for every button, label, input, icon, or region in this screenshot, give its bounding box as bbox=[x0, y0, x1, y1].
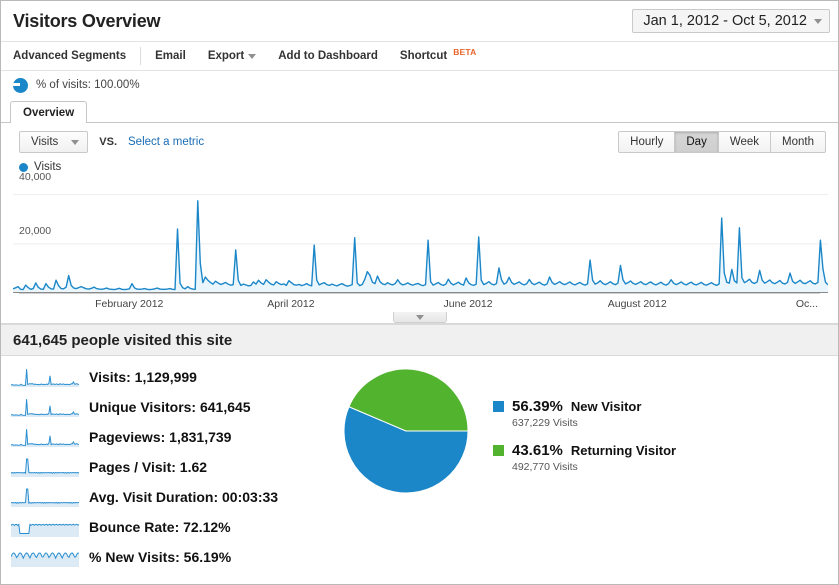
chart-legend: Visits bbox=[1, 161, 838, 175]
metric-label-value: Visits: 1,129,999 bbox=[89, 369, 197, 385]
add-to-dashboard-button[interactable]: Add to Dashboard bbox=[278, 50, 378, 62]
x-axis-tick-3: August 2012 bbox=[607, 298, 667, 310]
metric-label-value: Pages / Visit: 1.62 bbox=[89, 459, 208, 475]
collapse-chart-button[interactable] bbox=[392, 312, 447, 323]
beta-badge: BETA bbox=[453, 47, 477, 57]
legend-visits-returning-visitor: 492,770 Visits bbox=[512, 461, 578, 473]
metric-selector-group: Visits VS. Select a metric bbox=[19, 131, 204, 153]
tab-strip: Overview bbox=[1, 101, 838, 124]
x-axis-tick-1: April 2012 bbox=[267, 298, 315, 310]
chevron-down-icon bbox=[248, 53, 257, 59]
metric-label-value: Bounce Rate: 72.12% bbox=[89, 519, 231, 535]
report-toolbar: Advanced Segments Email Export Add to Da… bbox=[1, 42, 838, 71]
metric-row-visits[interactable]: Visits: 1,129,999 bbox=[11, 362, 341, 392]
granularity-week-button[interactable]: Week bbox=[718, 131, 772, 153]
export-label: Export bbox=[207, 50, 245, 62]
visits-filter-row: % of visits: 100.00% bbox=[1, 71, 838, 99]
metric-row-avg-visit-duration[interactable]: Avg. Visit Duration: 00:03:33 bbox=[11, 482, 341, 512]
metric-row-bounce-rate[interactable]: Bounce Rate: 72.12% bbox=[11, 512, 341, 542]
tab-overview[interactable]: Overview bbox=[10, 101, 88, 124]
x-axis-tick-4: Oc... bbox=[795, 298, 818, 310]
metric-label-value: % New Visits: 56.19% bbox=[89, 549, 232, 565]
chart-collapse-strip bbox=[1, 312, 838, 324]
pages-per-visit-sparkline bbox=[11, 458, 79, 477]
legend-item-returning-visitor[interactable]: 43.61% Returning Visitor 492,770 Visits bbox=[493, 442, 676, 473]
avg-visit-duration-sparkline bbox=[11, 488, 79, 507]
metric-label-value: Pageviews: 1,831,739 bbox=[89, 429, 232, 445]
visits-timeseries-chart[interactable]: 40,000 20,000 February 2012 April 2012 J… bbox=[1, 171, 838, 313]
legend-label-new-visitor: New Visitor bbox=[570, 399, 642, 414]
bounce-rate-sparkline bbox=[11, 523, 79, 537]
metrics-list: Visits: 1,129,999 Unique Visitors: 641,6… bbox=[1, 362, 341, 572]
chevron-down-icon bbox=[415, 314, 424, 320]
shortcut-label: Shortcut bbox=[399, 50, 448, 62]
primary-metric-label: Visits bbox=[31, 136, 59, 148]
primary-metric-dropdown[interactable]: Visits bbox=[19, 131, 89, 153]
legend-swatch-returning-visitor bbox=[493, 445, 504, 456]
legend-visits-new-visitor: 637,229 Visits bbox=[512, 417, 578, 429]
pie-chart-icon bbox=[12, 77, 28, 93]
new-visits-sparkline bbox=[11, 552, 79, 567]
visitor-type-pie[interactable] bbox=[341, 366, 471, 496]
toolbar-divider bbox=[140, 47, 142, 65]
y-axis-tick-40000: 40,000 bbox=[19, 171, 52, 183]
chart-plot-area: 40,000 20,000 bbox=[13, 171, 828, 293]
timeseries-svg bbox=[13, 194, 828, 293]
chart-x-axis: February 2012 April 2012 June 2012 Augus… bbox=[19, 293, 820, 313]
x-axis-tick-0: February 2012 bbox=[95, 298, 164, 310]
metric-selector-row: Visits VS. Select a metric Hourly Day We… bbox=[1, 123, 838, 161]
date-range-label: Jan 1, 2012 - Oct 5, 2012 bbox=[643, 13, 807, 29]
metric-label-value: Unique Visitors: 641,645 bbox=[89, 399, 251, 415]
visitor-type-chart: 56.39% New Visitor 637,229 Visits 43.61%… bbox=[341, 362, 838, 572]
granularity-button-group: Hourly Day Week Month bbox=[618, 131, 826, 153]
visitor-type-legend: 56.39% New Visitor 637,229 Visits 43.61%… bbox=[493, 366, 676, 486]
shortcut-button[interactable]: Shortcut BETA bbox=[399, 47, 477, 62]
granularity-hourly-button[interactable]: Hourly bbox=[618, 131, 676, 153]
visits-sparkline bbox=[11, 369, 79, 387]
metric-row-pageviews[interactable]: Pageviews: 1,831,739 bbox=[11, 422, 341, 452]
legend-label-returning-visitor: Returning Visitor bbox=[570, 443, 677, 458]
summary-band: 641,645 people visited this site bbox=[1, 324, 838, 356]
select-a-metric-link[interactable]: Select a metric bbox=[128, 136, 204, 148]
report-body: Visits: 1,129,999 Unique Visitors: 641,6… bbox=[1, 356, 838, 572]
legend-percent-returning-visitor: 43.61% bbox=[512, 442, 563, 459]
metric-row-unique-visitors[interactable]: Unique Visitors: 641,645 bbox=[11, 392, 341, 422]
legend-percent-new-visitor: 56.39% bbox=[512, 398, 563, 415]
granularity-day-button[interactable]: Day bbox=[675, 131, 719, 153]
advanced-segments-button[interactable]: Advanced Segments bbox=[13, 50, 126, 62]
unique-visitors-sparkline bbox=[11, 399, 79, 417]
metric-row-pages-per-visit[interactable]: Pages / Visit: 1.62 bbox=[11, 452, 341, 482]
granularity-month-button[interactable]: Month bbox=[771, 131, 826, 153]
legend-item-new-visitor[interactable]: 56.39% New Visitor 637,229 Visits bbox=[493, 398, 676, 429]
metric-label-value: Avg. Visit Duration: 00:03:33 bbox=[89, 489, 279, 505]
chevron-down-icon bbox=[71, 139, 80, 145]
page-title: Visitors Overview bbox=[13, 10, 161, 31]
visitors-summary-text: 641,645 people visited this site bbox=[13, 331, 233, 349]
x-axis-tick-2: June 2012 bbox=[443, 298, 493, 310]
vs-label: VS. bbox=[99, 136, 118, 148]
export-button[interactable]: Export bbox=[207, 50, 257, 62]
date-range-picker[interactable]: Jan 1, 2012 - Oct 5, 2012 bbox=[632, 9, 830, 33]
pageviews-sparkline bbox=[11, 429, 79, 447]
report-header: Visitors Overview Jan 1, 2012 - Oct 5, 2… bbox=[1, 1, 838, 42]
metric-row-new-visits[interactable]: % New Visits: 56.19% bbox=[11, 542, 341, 572]
email-button[interactable]: Email bbox=[155, 50, 186, 62]
legend-swatch-new-visitor bbox=[493, 401, 504, 412]
chevron-down-icon bbox=[814, 18, 822, 24]
y-axis-tick-20000: 20,000 bbox=[19, 225, 52, 237]
visitors-overview-report: Visitors Overview Jan 1, 2012 - Oct 5, 2… bbox=[0, 0, 839, 585]
percent-of-visits-label[interactable]: % of visits: 100.00% bbox=[36, 79, 140, 91]
